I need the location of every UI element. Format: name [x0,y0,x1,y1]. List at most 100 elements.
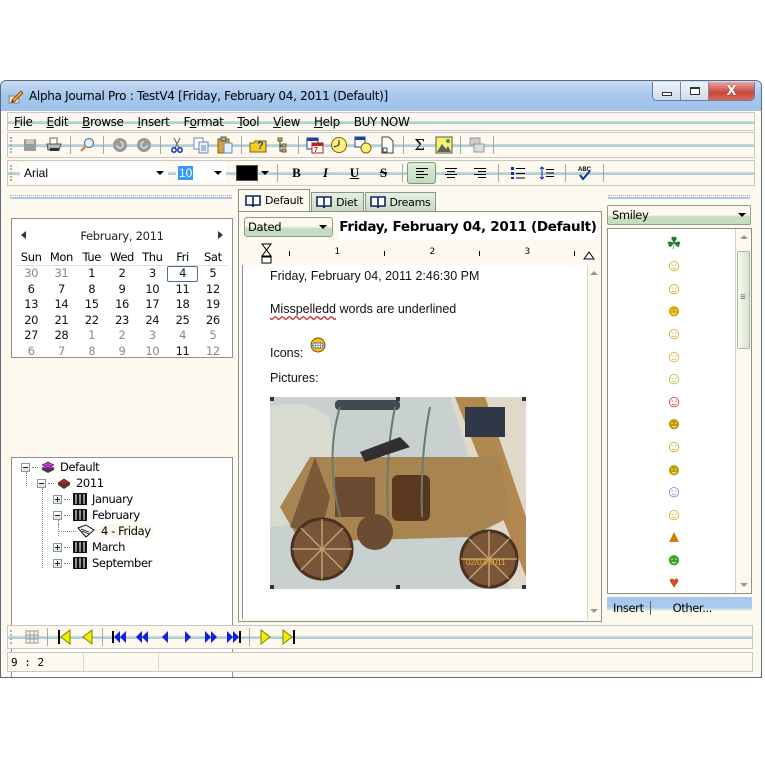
title-bar[interactable]: Alpha Journal Pro : TestV4 [Friday, Febr… [1,81,761,111]
next-entry-button[interactable] [176,627,199,647]
calendar-day[interactable]: 18 [167,297,197,313]
calendar-month-label[interactable]: February, 2011 [12,229,232,243]
scroll-thumb[interactable] [737,251,750,349]
tree-view-button[interactable] [270,134,293,156]
editor-scrollbar[interactable] [587,265,599,619]
fast-back-button[interactable] [130,627,153,647]
devil-smiley-icon[interactable]: ☺ [664,482,684,502]
menu-format[interactable]: Format [184,115,224,129]
save-button[interactable] [18,134,41,156]
align-left-button[interactable] [407,162,436,184]
calendar-day[interactable]: 10 [137,344,167,360]
smiley-scrollbar[interactable] [735,229,751,593]
clock-button[interactable] [327,134,350,156]
blush-smiley-icon[interactable]: ☺ [664,346,684,366]
previous-entry-button[interactable] [153,627,176,647]
calendar-day[interactable]: 5 [198,328,228,344]
paste-button[interactable] [213,134,236,156]
window-button[interactable] [465,134,488,156]
calendar-day[interactable]: 25 [167,313,197,329]
calendar-day[interactable]: 16 [107,297,137,313]
tab-diet[interactable]: Diet [311,192,364,211]
calendar-day[interactable]: 9 [107,344,137,360]
calendar-day[interactable]: 2 [107,266,137,282]
right-margin-marker-icon[interactable] [583,250,595,260]
smiley-category-select[interactable]: Smiley [607,205,751,225]
font-family-select[interactable]: Arial [20,163,168,183]
scroll-down-icon[interactable] [590,609,598,613]
sum-button[interactable]: Σ [408,134,431,156]
calendar-day[interactable]: 12 [198,344,228,360]
menu-buy-now[interactable]: BUY NOW [354,115,410,129]
scroll-up-icon[interactable] [740,235,748,239]
menu-edit[interactable]: Edit [47,115,69,129]
toolbar-grip[interactable] [10,630,12,644]
menu-browse[interactable]: Browse [82,115,124,129]
menu-file[interactable]: File [14,115,33,129]
calendar-day[interactable]: 11 [167,344,197,360]
insert-smiley-button[interactable]: Insert [607,601,651,615]
grin-smiley-icon[interactable]: ☻ [664,301,684,321]
collapse-icon[interactable] [37,478,46,488]
tree-node-default[interactable]: Default [21,460,100,474]
menu-insert[interactable]: Insert [137,115,169,129]
thinking-smiley-icon[interactable]: ☺ [664,256,684,276]
align-right-button[interactable] [465,162,494,184]
calendar-day[interactable]: 24 [137,313,167,329]
misspelled-word[interactable]: Misspelledd [270,302,336,316]
cut-button[interactable] [165,134,188,156]
text-color-button[interactable] [236,165,258,181]
calendar-day[interactable]: 10 [137,282,167,298]
calendar-day[interactable]: 11 [167,282,197,298]
tree-node-month[interactable]: January [53,492,133,506]
maximize-button[interactable] [681,82,709,100]
laughing-smiley-icon[interactable]: ☺ [664,278,684,298]
calendar-day[interactable]: 3 [137,266,167,282]
calendar-day[interactable]: 8 [77,344,107,360]
last-page-button[interactable] [277,627,300,647]
find-button[interactable] [75,134,98,156]
expand-icon[interactable] [53,558,62,568]
tab-dreams[interactable]: Dreams [364,192,437,211]
calendar-button[interactable]: 7 [303,134,326,156]
confused-smiley-icon[interactable]: ☺ [664,323,684,343]
frog-smiley-icon[interactable]: ☻ [664,549,684,569]
menu-help[interactable]: Help [314,115,340,129]
bold-button[interactable]: B [282,162,311,184]
line-spacing-button[interactable] [532,162,561,184]
calendar-day[interactable]: 26 [198,313,228,329]
editor-content[interactable]: Friday, February 04, 2011 2:46:30 PM Mis… [242,265,589,619]
tab-default[interactable]: Default [238,189,311,211]
scroll-up-icon[interactable] [590,271,598,275]
tree-node-year[interactable]: 2011 [37,476,104,490]
calendar-day[interactable]: 14 [46,297,76,313]
entry-photo[interactable]: 02/03/2011 [270,397,526,589]
calendar-day[interactable]: 23 [107,313,137,329]
calendar-day[interactable]: 15 [77,297,107,313]
grid-button[interactable] [20,627,43,647]
expand-icon[interactable] [53,494,62,504]
calendar-day[interactable]: 7 [46,282,76,298]
sick-smiley-icon[interactable]: ☺ [664,436,684,456]
tree-node-month[interactable]: March [53,540,125,554]
calendar-day[interactable]: 1 [77,266,107,282]
next-month-icon[interactable] [218,231,223,239]
warning-smiley-icon[interactable]: ▲ [664,527,684,547]
menu-tool[interactable]: Tool [237,115,259,129]
password-button[interactable]: ? [246,134,269,156]
calendar-day[interactable]: 30 [16,266,46,282]
font-size-select[interactable]: 10 [176,163,226,183]
calendar-day[interactable]: 27 [16,328,46,344]
calendar-day[interactable]: 2 [107,328,137,344]
calendar-day[interactable]: 17 [137,297,167,313]
crying-smiley-icon[interactable]: ☻ [664,459,684,479]
first-entry-button[interactable] [107,627,130,647]
calendar-day[interactable]: 5 [198,266,228,282]
cool-smiley-icon[interactable]: ☻ [664,414,684,434]
copy-button[interactable] [189,134,212,156]
collapse-icon[interactable] [53,510,62,520]
calendar-day[interactable]: 6 [16,282,46,298]
toolbar-grip[interactable] [10,165,12,181]
calendar-day[interactable]: 7 [46,344,76,360]
heart-smiley-icon[interactable]: ♥ [664,572,684,592]
